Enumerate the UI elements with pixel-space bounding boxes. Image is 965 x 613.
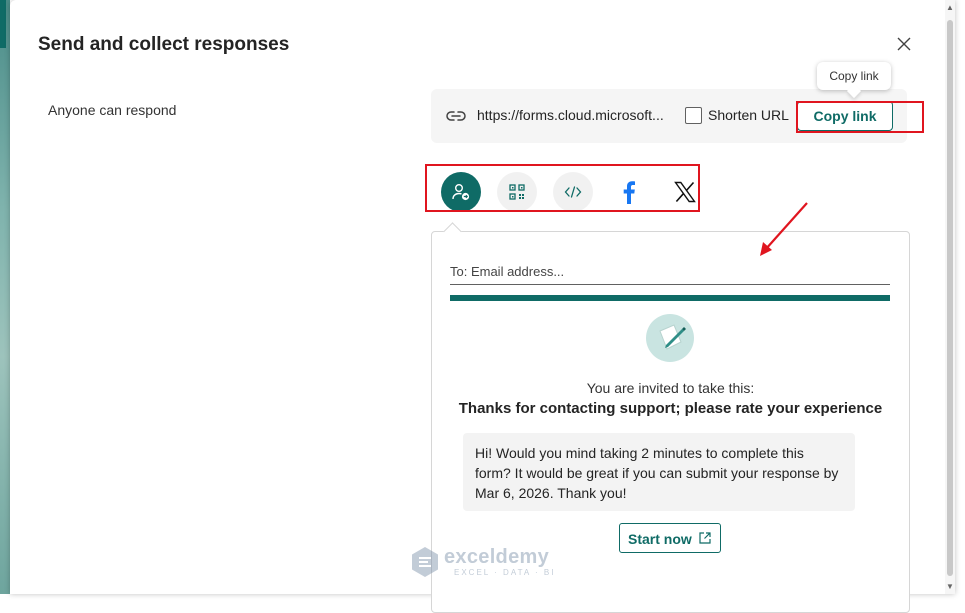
highlight-box-copy-link [796, 101, 924, 133]
watermark-name: exceldemy [444, 546, 549, 568]
close-icon [897, 37, 911, 51]
exceldemy-watermark: exceldemy EXCEL · DATA · BI [410, 546, 553, 583]
scroll-up-icon[interactable]: ▲ [946, 3, 954, 12]
background-app [0, 0, 10, 594]
invite-text: You are invited to take this: [586, 380, 755, 396]
start-now-button[interactable]: Start now [619, 523, 721, 553]
shorten-url-checkbox[interactable] [685, 107, 702, 124]
email-address-input[interactable] [450, 258, 890, 285]
form-url[interactable]: https://forms.cloud.microsoft... [477, 107, 664, 123]
dialog-title: Send and collect responses [38, 34, 290, 55]
invite-message[interactable]: Hi! Would you mind taking 2 minutes to c… [463, 433, 855, 511]
watermark-tagline: EXCEL · DATA · BI [454, 568, 556, 577]
external-link-icon [699, 532, 711, 544]
scroll-down-icon[interactable]: ▼ [946, 582, 954, 591]
start-now-label: Start now [628, 531, 692, 547]
shorten-url-label[interactable]: Shorten URL [708, 107, 789, 123]
form-title: Thanks for contacting support; please ra… [458, 400, 883, 417]
scrollbar-thumb[interactable] [947, 20, 953, 576]
audience-label: Anyone can respond [48, 102, 177, 118]
exceldemy-logo-icon [412, 547, 438, 577]
invite-illustration [646, 314, 694, 362]
highlight-box-share-options [425, 164, 700, 212]
email-preview-banner [450, 295, 890, 301]
close-button[interactable] [893, 34, 915, 56]
scrollbar[interactable]: ▲ ▼ [945, 0, 955, 594]
form-pencil-icon [659, 324, 686, 350]
link-icon [446, 111, 466, 121]
background-header [0, 0, 6, 48]
copy-link-tooltip: Copy link [817, 62, 891, 90]
